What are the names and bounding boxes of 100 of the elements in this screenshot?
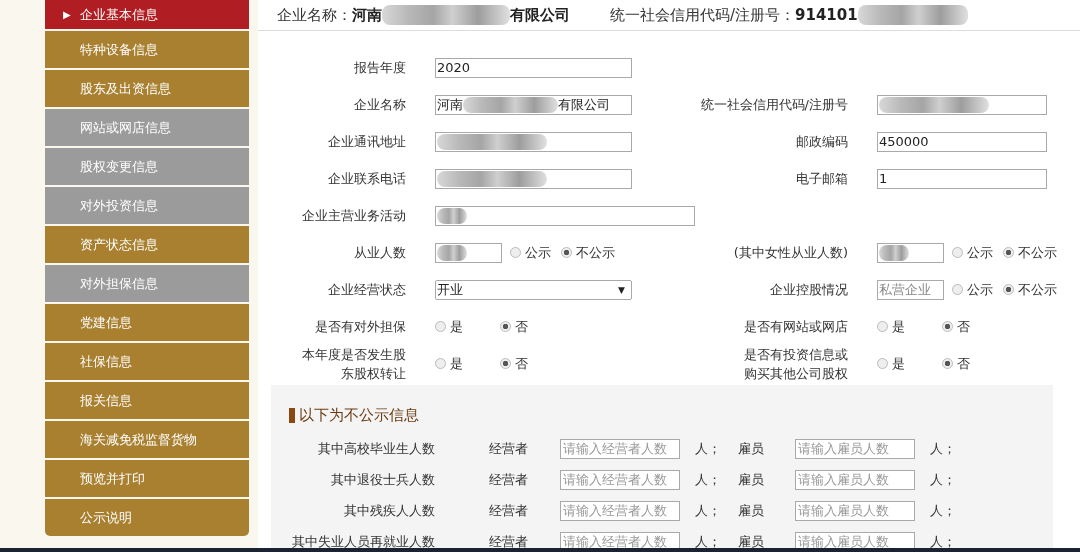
radio-button[interactable] [1003,284,1014,295]
sidebar-item[interactable]: 社保信息 [45,343,249,380]
company-name-label: 企业名称： [277,5,352,25]
section-marker [289,407,295,423]
unit-label: 人； [695,501,722,520]
sidebar-item-label: 资产状态信息 [80,235,158,254]
sidebar-item-label: 报关信息 [80,391,132,410]
radio-label: 是 [892,317,905,336]
field-value: 1 [879,171,888,186]
input-field[interactable] [435,131,632,152]
input-field[interactable]: 请输入雇员人数 [795,469,915,490]
input-field[interactable]: 请输入雇员人数 [795,500,915,521]
field-label: 电子邮箱 [795,170,849,188]
sidebar-item-label: 网站或网店信息 [80,118,171,137]
field-label: 是否有投资信息或 购买其他公司股权 [743,345,849,383]
radio-label: 不公示 [1018,243,1057,262]
sidebar-item[interactable]: ▶ 企业基本信息 [45,0,249,29]
input-field[interactable]: 河南 有限公司 [435,94,632,115]
sidebar-item[interactable]: 公示说明 [45,499,249,536]
sidebar-item-label: 股东及出资信息 [80,79,171,98]
sidebar-item-label: 企业基本信息 [80,5,158,24]
radio-label: 公示 [967,280,993,299]
sidebar-item[interactable]: 网站或网店信息 [45,109,249,146]
field-label: 企业通讯地址 [327,133,407,151]
sidebar-item-label: 股权变更信息 [80,157,158,176]
radio-label: 公示 [967,243,993,262]
input-field[interactable] [435,205,695,226]
radio-button[interactable] [500,321,511,332]
radio-label: 是 [450,317,463,336]
sidebar-item[interactable]: 股东及出资信息 [45,70,249,107]
row-label: 其中高校毕业生人数 [317,439,435,458]
input-field[interactable]: 请输入经营者人数 [560,438,680,459]
input-field[interactable]: 私营企业 [877,279,944,300]
field-label: 统一社会信用代码/注册号 [699,96,849,114]
input-field[interactable]: 请输入经营者人数 [560,469,680,490]
sidebar-item-label: 公示说明 [80,508,132,527]
sidebar-item[interactable]: 预览并打印 [45,460,249,497]
employee-label: 雇员 [738,532,765,548]
sidebar-item[interactable]: 报关信息 [45,382,249,419]
owner-label: 经营者 [489,532,529,548]
input-field[interactable]: 450000 [877,131,1047,152]
radio-label: 否 [957,317,970,336]
radio-button[interactable] [435,358,446,369]
field-label: 是否有对外担保 [314,318,407,336]
input-field[interactable] [877,242,944,263]
input-field[interactable]: 请输入经营者人数 [560,500,680,521]
radio-button[interactable] [561,247,572,258]
radio-label: 公示 [525,243,551,262]
input-field[interactable] [435,168,632,189]
input-field[interactable] [877,94,1047,115]
radio-button[interactable] [500,358,511,369]
sidebar-item[interactable]: 股权变更信息 [45,148,249,185]
triangle-icon: ▶ [63,9,71,20]
input-field[interactable]: 请输入雇员人数 [795,531,915,548]
unit-label: 人； [695,532,722,548]
caret-icon: ▼ [618,284,625,295]
employee-label: 雇员 [738,470,765,489]
radio-label: 是 [450,354,463,373]
input-field[interactable]: 请输入经营者人数 [560,531,680,548]
radio-button[interactable] [952,247,963,258]
radio-button[interactable] [942,358,953,369]
employee-label: 雇员 [738,501,765,520]
input-field[interactable]: 请输入雇员人数 [795,438,915,459]
sidebar-item-label: 对外投资信息 [80,196,158,215]
dropdown[interactable]: 开业 ▼ [435,279,632,300]
sidebar-item[interactable]: 特种设备信息 [45,31,249,68]
employee-label: 雇员 [738,439,765,458]
field-label: 企业控股情况 [769,281,849,299]
sidebar-item[interactable]: 对外担保信息 [45,265,249,302]
radio-button[interactable] [1003,247,1014,258]
field-label: 报告年度 [353,59,407,77]
placeholder-text: 私营企业 [879,280,931,299]
radio-label: 是 [892,354,905,373]
unit-label: 人； [695,439,722,458]
field-label: 本年度是否发生股 东股权转让 [301,345,407,383]
unit-label: 人； [930,470,957,489]
row-label: 其中残疾人人数 [343,501,435,520]
field-label: 企业主营业务活动 [301,207,407,225]
input-field[interactable]: 1 [877,168,1047,189]
credit-code: 914101 [795,6,858,24]
field-value: 450000 [879,134,929,149]
company-name: 河南 [352,5,382,25]
radio-button[interactable] [435,321,446,332]
sidebar-item[interactable]: 资产状态信息 [45,226,249,263]
radio-button[interactable] [510,247,521,258]
radio-label: 否 [515,317,528,336]
input-field[interactable] [435,242,502,263]
radio-button[interactable] [952,284,963,295]
sidebar-item-label: 预览并打印 [80,469,145,488]
input-field[interactable]: 2020 [435,57,632,78]
radio-button[interactable] [942,321,953,332]
field-label: 企业名称 [353,96,407,114]
field-value: 有限公司 [558,95,610,114]
radio-button[interactable] [877,321,888,332]
unit-label: 人； [930,532,957,548]
sidebar-item[interactable]: 海关减免税监督货物 [45,421,249,458]
radio-button[interactable] [877,358,888,369]
sidebar-item[interactable]: 党建信息 [45,304,249,341]
sidebar-item-label: 海关减免税监督货物 [80,430,197,449]
sidebar-item[interactable]: 对外投资信息 [45,187,249,224]
